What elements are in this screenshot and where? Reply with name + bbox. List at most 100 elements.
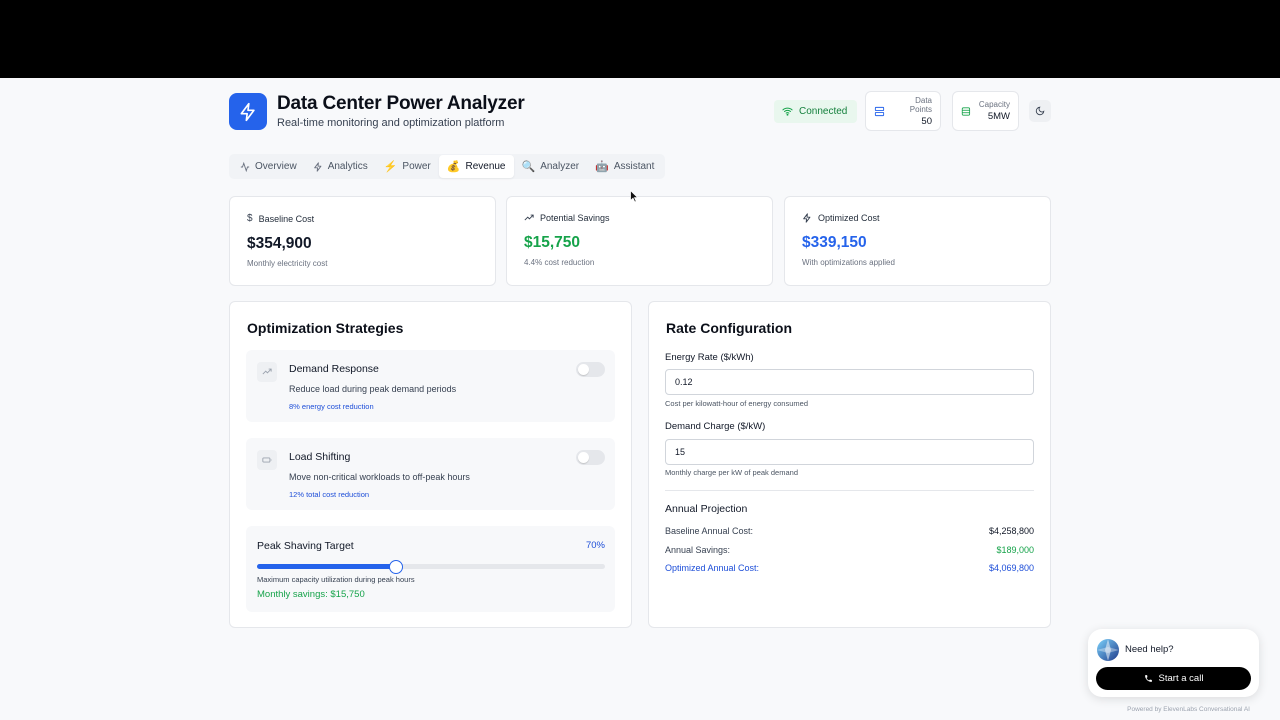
tab-power[interactable]: ⚡ Power — [376, 155, 439, 178]
slider-fill — [257, 564, 397, 569]
tab-label: Power — [402, 161, 431, 172]
strategy-impact: 8% energy cost reduction — [289, 402, 374, 411]
powered-by-text[interactable]: Powered by ElevenLabs Conversational AI — [1127, 706, 1250, 713]
capacity-value: 5MW — [987, 111, 1010, 122]
start-call-label: Start a call — [1158, 673, 1204, 684]
data-points-label: Data Points — [909, 95, 932, 114]
money-bag-emoji-icon: 💰 — [446, 161, 461, 173]
start-call-button[interactable]: Start a call — [1096, 667, 1251, 690]
energy-rate-input[interactable] — [665, 369, 1034, 395]
lightning-emoji-icon: ⚡ — [383, 161, 398, 173]
strategy-icon-box — [257, 450, 277, 470]
tab-label: Analytics — [327, 161, 368, 172]
toggle-knob — [578, 364, 589, 375]
peak-shaving-slider[interactable] — [257, 559, 605, 574]
app-logo — [229, 93, 267, 130]
projection-row-optimized: Optimized Annual Cost: $4,069,800 — [665, 563, 1034, 573]
robot-emoji-icon: 🤖 — [595, 161, 609, 173]
projection-label: Baseline Annual Cost: — [665, 526, 754, 536]
zap-icon — [803, 213, 811, 223]
metric-note: 4.4% cost reduction — [524, 258, 595, 267]
tab-label: Assistant — [613, 161, 655, 172]
database-icon — [874, 106, 885, 116]
section-divider — [665, 490, 1034, 491]
strategy-impact: 12% total cost reduction — [289, 490, 370, 499]
activity-icon — [240, 161, 250, 172]
tab-revenue[interactable]: 💰 Revenue — [438, 155, 514, 178]
annual-projection-title: Annual Projection — [665, 503, 748, 515]
tab-label: Revenue — [465, 161, 506, 172]
tab-label: Overview — [255, 161, 297, 172]
metric-note: With optimizations applied — [802, 258, 895, 267]
tab-analyzer[interactable]: 🔍 Analyzer — [514, 155, 588, 178]
data-points-value: 50 — [921, 115, 932, 127]
projection-row-baseline: Baseline Annual Cost: $4,258,800 — [665, 526, 1034, 536]
peak-shaving-value: 70% — [585, 540, 605, 551]
tab-overview[interactable]: Overview — [232, 155, 305, 178]
metric-value: $354,900 — [247, 235, 312, 252]
connection-status-badge: Connected — [774, 100, 858, 123]
moon-icon — [1035, 106, 1045, 116]
dollar-icon: $ — [247, 213, 253, 224]
capacity-stat: Capacity 5MW — [952, 91, 1019, 131]
toggle-knob — [578, 452, 589, 463]
battery-icon — [262, 457, 272, 463]
demand-charge-input[interactable] — [665, 439, 1034, 465]
strategy-load-shifting: Load Shifting Move non-critical workload… — [246, 438, 615, 510]
potential-savings-card: Potential Savings $15,750 4.4% cost redu… — [506, 196, 773, 286]
projection-value: $4,258,800 — [988, 526, 1034, 536]
strategy-description: Reduce load during peak demand periods — [289, 384, 457, 394]
tab-analytics[interactable]: Analytics — [305, 155, 376, 178]
demand-charge-help: Monthly charge per kW of peak demand — [665, 468, 798, 477]
wifi-icon — [782, 107, 793, 116]
peak-shaving-label: Peak Shaving Target — [257, 540, 354, 552]
strategy-description: Move non-critical workloads to off-peak … — [289, 472, 470, 482]
peak-shaving-note: Maximum capacity utilization during peak… — [257, 575, 415, 584]
projection-row-savings: Annual Savings: $189,000 — [665, 545, 1034, 555]
projection-value: $4,069,800 — [988, 563, 1034, 573]
metric-value: $339,150 — [802, 234, 867, 251]
main-tabs: Overview Analytics ⚡ Power 💰 Revenue 🔍 A… — [229, 154, 666, 179]
energy-rate-help: Cost per kilowatt-hour of energy consume… — [665, 399, 808, 408]
load-shifting-toggle[interactable] — [576, 450, 605, 465]
metric-note: Monthly electricity cost — [247, 259, 328, 268]
metric-label: Potential Savings — [540, 213, 610, 223]
panel-title: Optimization Strategies — [247, 320, 404, 336]
tab-label: Analyzer — [540, 161, 580, 172]
projection-value: $189,000 — [996, 545, 1034, 555]
panel-title: Rate Configuration — [666, 320, 792, 336]
baseline-cost-card: $ Baseline Cost $354,900 Monthly electri… — [229, 196, 496, 286]
optimized-cost-card: Optimized Cost $339,150 With optimizatio… — [784, 196, 1051, 286]
strategy-name: Demand Response — [289, 363, 379, 375]
top-black-bar — [0, 0, 1280, 78]
metric-label: Optimized Cost — [818, 213, 880, 223]
tab-assistant[interactable]: 🤖 Assistant — [587, 155, 662, 178]
mouse-cursor-icon — [630, 190, 639, 203]
help-widget: Need help? Start a call — [1088, 629, 1259, 697]
demand-response-toggle[interactable] — [576, 362, 605, 377]
strategy-name: Load Shifting — [289, 451, 351, 463]
peak-shaving-section: Peak Shaving Target 70% Maximum capacity… — [246, 526, 615, 612]
server-icon — [961, 106, 971, 116]
demand-charge-label: Demand Charge ($/kW) — [665, 421, 766, 432]
projection-label: Annual Savings: — [665, 545, 731, 555]
metric-label: Baseline Cost — [258, 213, 315, 224]
energy-rate-label: Energy Rate ($/kWh) — [665, 352, 754, 363]
magnifier-emoji-icon: 🔍 — [521, 161, 536, 173]
data-points-stat: Data Points 50 — [865, 91, 941, 131]
assistant-orb-icon — [1097, 639, 1119, 661]
page-title: Data Center Power Analyzer — [277, 93, 525, 114]
slider-thumb[interactable] — [389, 559, 404, 574]
capacity-label: Capacity — [978, 100, 1010, 109]
projection-label: Optimized Annual Cost: — [665, 563, 760, 573]
strategy-demand-response: Demand Response Reduce load during peak … — [246, 350, 615, 422]
monthly-savings-text: Monthly savings: $15,750 — [257, 589, 365, 600]
strategy-icon-box — [257, 362, 277, 382]
zap-icon — [313, 161, 322, 172]
theme-toggle-button[interactable] — [1029, 100, 1051, 122]
page-subtitle: Real-time monitoring and optimization pl… — [277, 117, 505, 129]
trending-up-icon — [524, 214, 534, 221]
optimization-strategies-panel: Optimization Strategies Demand Response … — [229, 301, 632, 628]
metric-value: $15,750 — [524, 234, 581, 251]
zap-icon — [240, 102, 255, 121]
